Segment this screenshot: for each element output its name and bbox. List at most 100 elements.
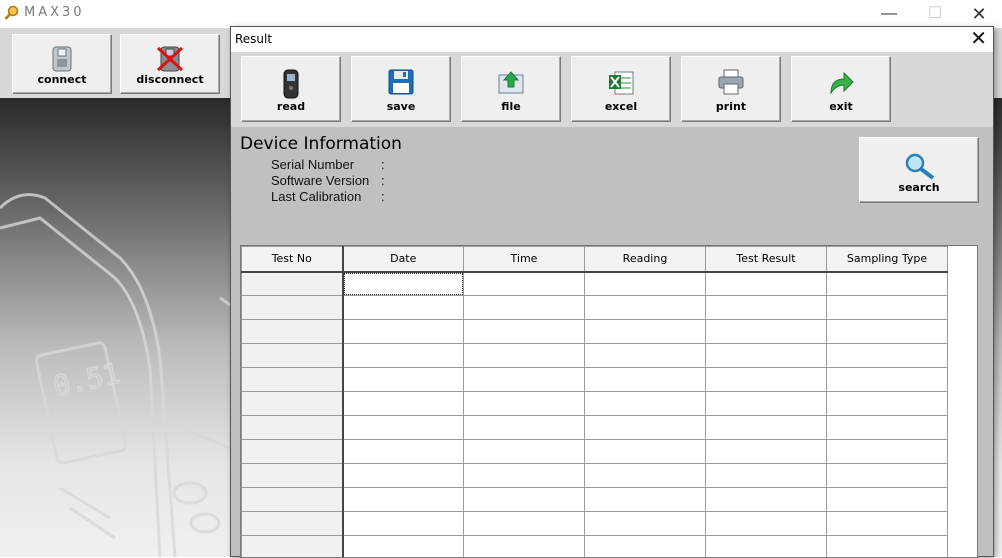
grid-cell[interactable] [706,368,827,392]
grid-cell[interactable] [706,272,827,296]
col-header-date[interactable]: Date [343,247,464,272]
grid-cell[interactable] [827,296,948,320]
grid-cell[interactable] [585,464,706,488]
grid-cell[interactable] [464,512,585,536]
grid-cell[interactable] [585,512,706,536]
table-row[interactable] [242,488,948,512]
grid-cell[interactable] [585,344,706,368]
exit-button[interactable]: exit [791,56,891,122]
row-header-cell[interactable] [242,392,343,416]
grid-cell[interactable] [343,272,464,296]
grid-cell[interactable] [706,536,827,558]
grid-cell[interactable] [585,536,706,558]
grid-cell[interactable] [827,512,948,536]
disconnect-button[interactable]: disconnect [120,34,220,94]
grid-cell[interactable] [464,296,585,320]
save-button[interactable]: save [351,56,451,122]
grid-cell[interactable] [343,464,464,488]
grid-cell[interactable] [343,416,464,440]
table-row[interactable] [242,320,948,344]
row-header-cell[interactable] [242,272,343,296]
col-header-test-no[interactable]: Test No [242,247,343,272]
grid-cell[interactable] [706,464,827,488]
grid-cell[interactable] [706,488,827,512]
table-row[interactable] [242,536,948,558]
dialog-close-button[interactable]: ✕ [970,28,987,50]
grid-cell[interactable] [827,368,948,392]
grid-cell[interactable] [585,416,706,440]
col-header-reading[interactable]: Reading [585,247,706,272]
table-row[interactable] [242,464,948,488]
grid-cell[interactable] [464,464,585,488]
table-row[interactable] [242,368,948,392]
grid-cell[interactable] [706,392,827,416]
row-header-cell[interactable] [242,536,343,558]
table-row[interactable] [242,296,948,320]
row-header-cell[interactable] [242,440,343,464]
table-row[interactable] [242,416,948,440]
maximize-button[interactable]: ☐ [912,0,958,28]
excel-button[interactable]: excel [571,56,671,122]
file-button[interactable]: file [461,56,561,122]
grid-cell[interactable] [827,416,948,440]
col-header-test-result[interactable]: Test Result [706,247,827,272]
row-header-cell[interactable] [242,464,343,488]
grid-cell[interactable] [585,368,706,392]
grid-cell[interactable] [706,344,827,368]
grid-cell[interactable] [585,392,706,416]
grid-cell[interactable] [585,488,706,512]
grid-cell[interactable] [343,392,464,416]
print-button[interactable]: print [681,56,781,122]
row-header-cell[interactable] [242,416,343,440]
minimize-button[interactable]: — [866,0,912,28]
search-button[interactable]: search [859,137,979,203]
row-header-cell[interactable] [242,320,343,344]
grid-cell[interactable] [464,488,585,512]
grid-cell[interactable] [343,440,464,464]
grid-cell[interactable] [706,440,827,464]
read-button[interactable]: read [241,56,341,122]
grid-cell[interactable] [706,512,827,536]
results-grid[interactable]: Test No Date Time Reading Test Result Sa… [240,245,978,558]
grid-cell[interactable] [464,392,585,416]
grid-cell[interactable] [343,536,464,558]
grid-cell[interactable] [827,464,948,488]
grid-cell[interactable] [464,440,585,464]
main-close-button[interactable]: ✕ [956,0,1002,28]
connect-button[interactable]: connect [12,34,112,94]
grid-cell[interactable] [585,320,706,344]
row-header-cell[interactable] [242,488,343,512]
grid-cell[interactable] [585,440,706,464]
grid-cell[interactable] [464,368,585,392]
col-header-sampling-type[interactable]: Sampling Type [827,247,948,272]
grid-cell[interactable] [343,512,464,536]
grid-cell[interactable] [827,440,948,464]
grid-cell[interactable] [464,272,585,296]
grid-cell[interactable] [585,272,706,296]
grid-cell[interactable] [464,344,585,368]
grid-cell[interactable] [464,416,585,440]
grid-cell[interactable] [343,296,464,320]
table-row[interactable] [242,392,948,416]
grid-cell[interactable] [464,536,585,558]
row-header-cell[interactable] [242,344,343,368]
col-header-time[interactable]: Time [464,247,585,272]
grid-cell[interactable] [827,392,948,416]
row-header-cell[interactable] [242,368,343,392]
grid-cell[interactable] [464,320,585,344]
grid-cell[interactable] [706,416,827,440]
grid-cell[interactable] [706,320,827,344]
grid-cell[interactable] [706,296,827,320]
grid-cell[interactable] [827,536,948,558]
grid-cell[interactable] [343,320,464,344]
grid-cell[interactable] [827,320,948,344]
row-header-cell[interactable] [242,296,343,320]
grid-cell[interactable] [827,272,948,296]
grid-cell[interactable] [343,368,464,392]
table-row[interactable] [242,344,948,368]
table-row[interactable] [242,512,948,536]
table-row[interactable] [242,272,948,296]
grid-cell[interactable] [343,488,464,512]
row-header-cell[interactable] [242,512,343,536]
grid-cell[interactable] [343,344,464,368]
